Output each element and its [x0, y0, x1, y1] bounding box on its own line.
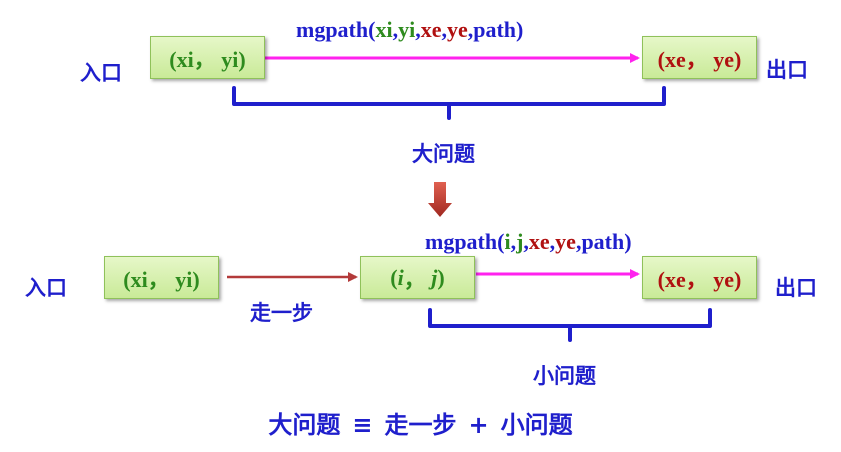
bottom-brace — [428, 308, 712, 342]
top-call-fn: mgpath( — [296, 17, 376, 42]
top-entrance-label: 入口 — [80, 61, 122, 85]
top-call-close: ) — [516, 17, 524, 42]
down-arrow — [428, 182, 452, 217]
top-call-label: mgpath(xi,yi,xe,ye,path) — [296, 17, 523, 43]
step-label: 走一步 — [250, 301, 313, 325]
bottom-end-box: (xe， ye) — [642, 256, 757, 299]
top-start-box: (xi， yi) — [150, 36, 265, 79]
bottom-call-label: mgpath(i,j,xe,ye,path) — [425, 229, 632, 255]
top-call-arg-xe: xe — [420, 17, 442, 42]
bottom-call-close: ) — [624, 229, 632, 254]
top-call-arg-yi: yi — [398, 17, 416, 42]
formula-step: 走一步 — [384, 411, 457, 439]
mid-box-close: ) — [437, 264, 445, 290]
bottom-call-arg-ye: ye — [555, 229, 576, 254]
bottom-start-box: (xi， yi) — [104, 256, 219, 299]
summary-formula: 大问题 ≡ 走一步 + 小问题 — [0, 405, 841, 440]
bottom-entrance-label: 入口 — [25, 276, 67, 300]
formula-plus: + — [468, 411, 489, 439]
bottom-call-fn: mgpath( — [425, 229, 505, 254]
top-brace-label: 大问题 — [412, 142, 475, 166]
bottom-call-arg-xe: xe — [528, 229, 550, 254]
bottom-mid-box: (i， j) — [360, 256, 475, 299]
top-exit-label: 出口 — [766, 58, 808, 82]
formula-subproblem: 小问题 — [500, 411, 573, 439]
mid-box-sep: ， — [403, 266, 432, 292]
recursion-diagram: 入口 (xi， yi) mgpath(xi,yi,xe,ye,path) (xe… — [0, 0, 841, 452]
top-call-arg-xi: xi — [375, 17, 393, 42]
formula-equiv: ≡ — [352, 411, 373, 439]
top-end-box: (xe， ye) — [642, 36, 757, 79]
top-call-arg-ye: ye — [446, 17, 468, 42]
formula-lhs: 大问题 — [268, 411, 341, 439]
bottom-brace-label: 小问题 — [533, 364, 596, 388]
top-brace — [232, 86, 666, 120]
top-call-arg-path: path — [473, 17, 517, 42]
bottom-call-arg-path: path — [581, 229, 625, 254]
mid-box-open: ( — [390, 264, 398, 290]
bottom-exit-label: 出口 — [775, 276, 817, 300]
